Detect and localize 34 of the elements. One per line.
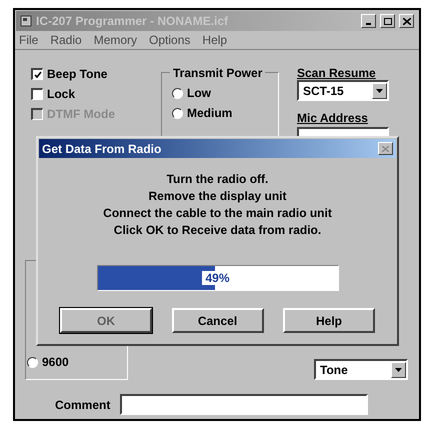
minimize-icon[interactable] — [361, 14, 376, 28]
checkbox[interactable] — [31, 88, 43, 100]
checkmark-icon — [34, 70, 42, 78]
menu-item[interactable]: Memory — [94, 31, 138, 49]
comment-label: Comment — [55, 396, 110, 414]
radio-label: 9600 — [42, 354, 69, 371]
scan-resume-dropdown[interactable]: SCT-15 — [297, 80, 389, 101]
comment-field[interactable] — [120, 394, 368, 415]
close-icon[interactable] — [399, 14, 414, 28]
dialog-button[interactable]: Help — [283, 308, 375, 333]
instruction-text: Connect the cable to the main radio unit — [103, 206, 332, 220]
field-label: Scan Resume — [297, 65, 377, 80]
instruction-text: Remove the display unit — [148, 189, 287, 203]
instruction-text: Turn the radio off. — [166, 172, 268, 186]
checkbox-label: Lock — [47, 86, 76, 103]
tone-dropdown[interactable]: Tone — [314, 359, 408, 380]
menu-item[interactable]: Help — [202, 31, 228, 49]
radio-label: Medium — [187, 105, 232, 122]
field-label: Mic Address — [297, 110, 369, 127]
menu-item[interactable]: Options — [149, 31, 190, 49]
dialog-title: Get Data From Radio — [42, 140, 162, 158]
radio-button[interactable] — [172, 88, 183, 98]
menu-item[interactable]: Radio — [50, 31, 82, 49]
menu-item[interactable]: File — [19, 31, 38, 49]
radio-button[interactable] — [172, 108, 183, 118]
dialog-button[interactable]: Cancel — [172, 308, 264, 333]
maximize-icon[interactable] — [380, 14, 395, 28]
radio-label: Low — [187, 85, 211, 102]
instruction-text: Click OK to Receive data from radio. — [114, 223, 322, 237]
radio-button[interactable] — [27, 356, 38, 368]
app-icon — [20, 15, 32, 27]
close-icon[interactable] — [378, 142, 393, 155]
checkbox[interactable] — [31, 68, 43, 80]
checkbox-label: Beep Tone — [47, 66, 108, 83]
